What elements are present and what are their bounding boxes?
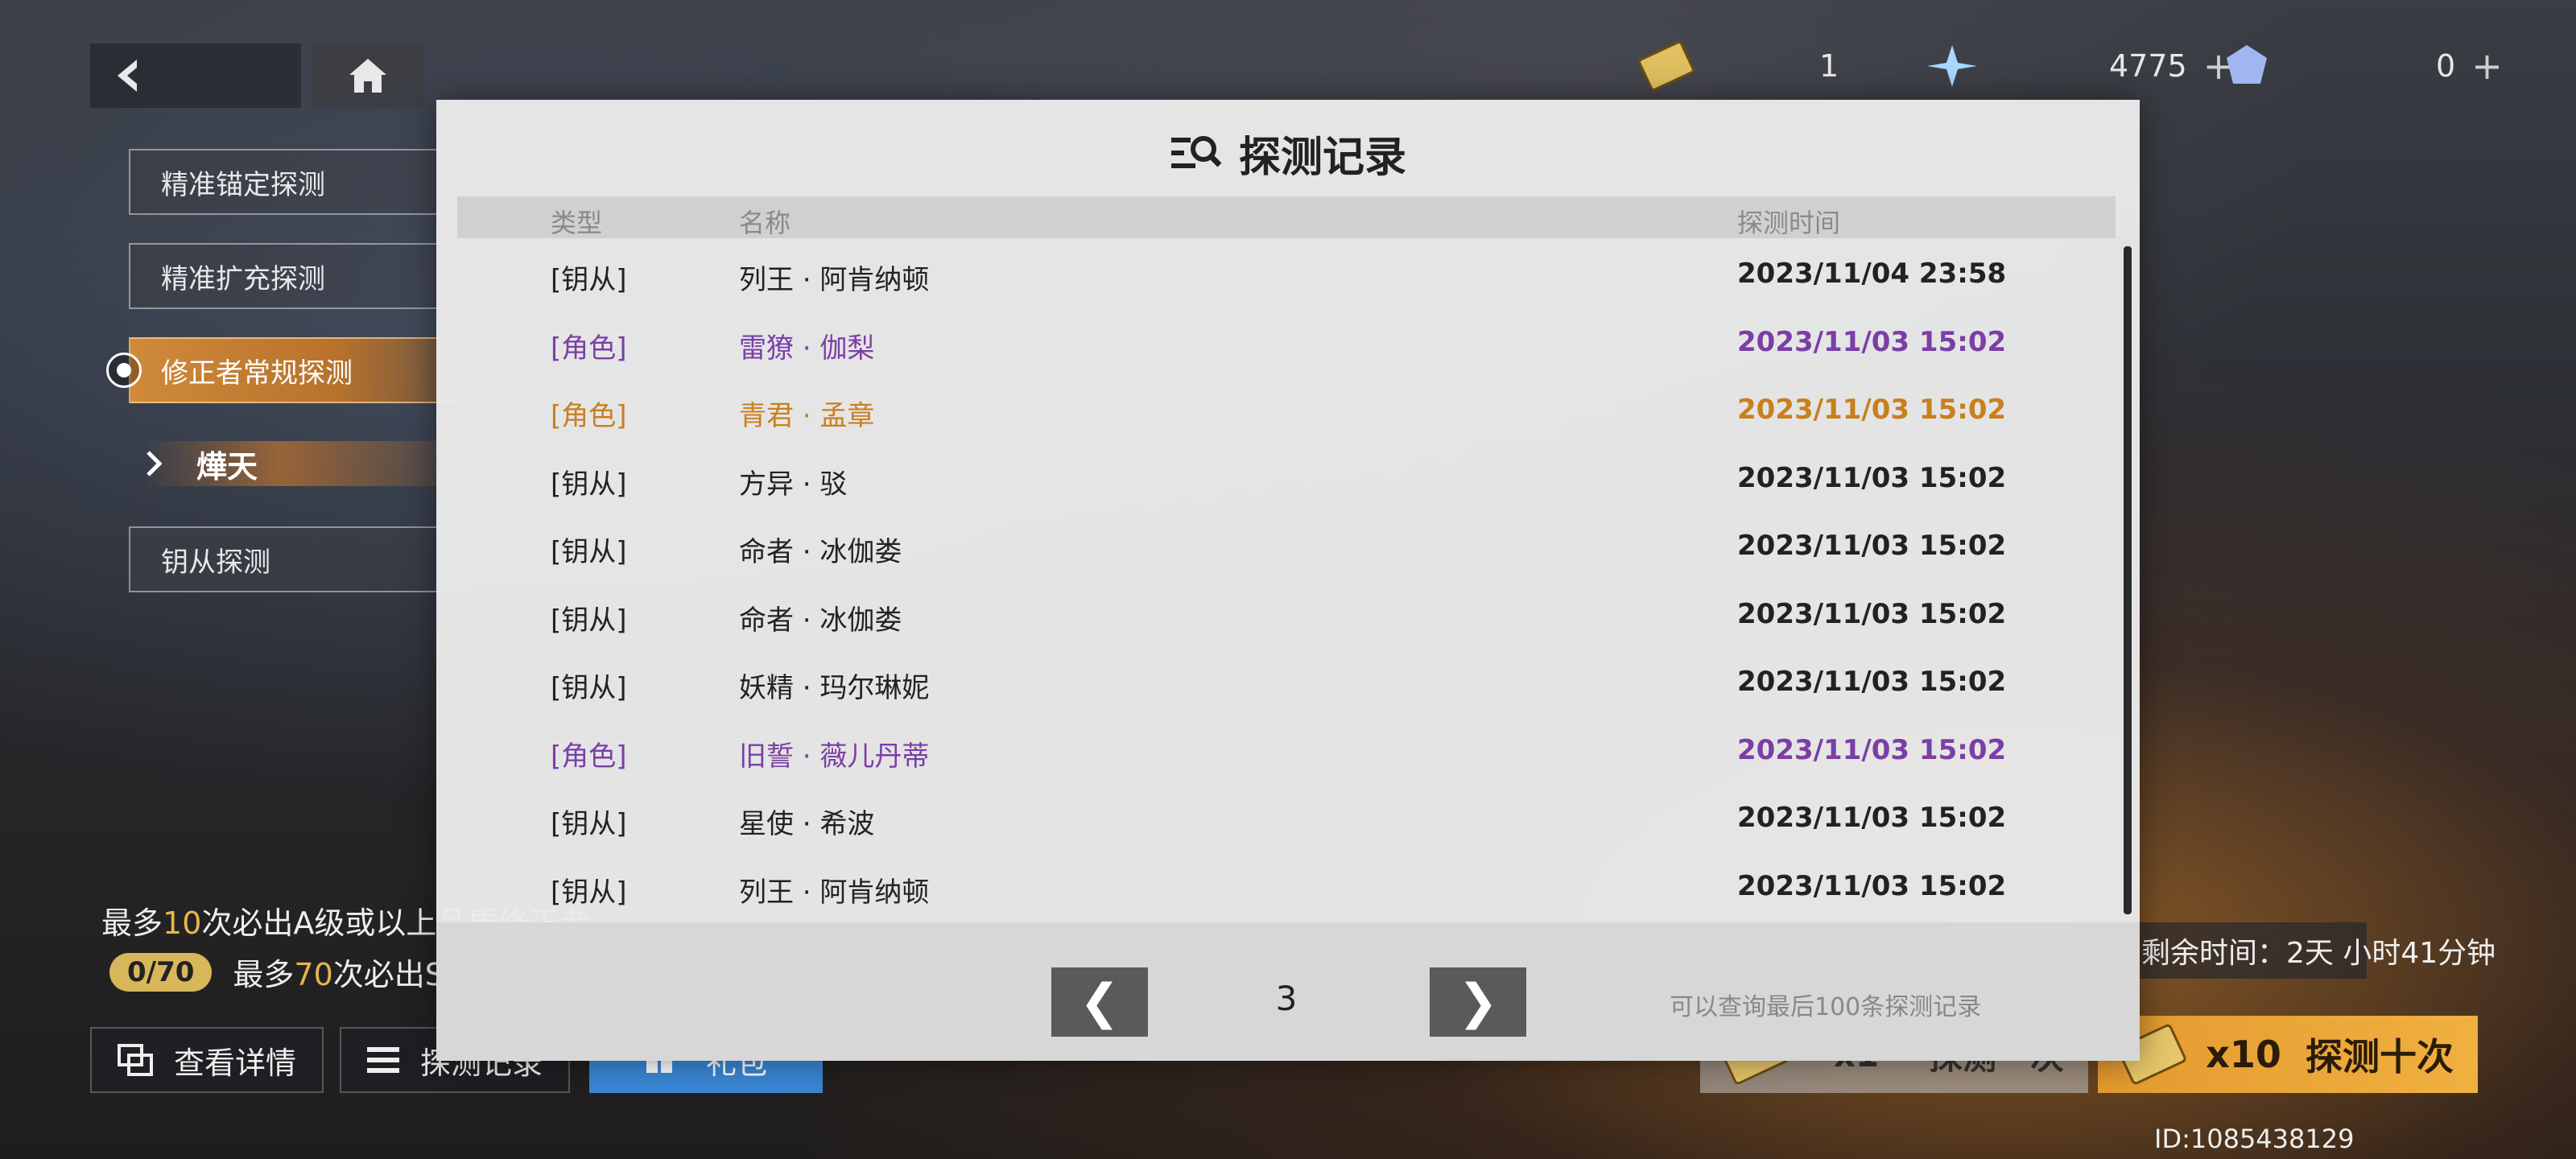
table-row: [钥从] 妖精 · 玛尔琳妮 2023/11/03 15:02: [551, 666, 2007, 704]
ticket-icon: [1637, 39, 1696, 93]
table-row: [钥从] 列王 · 阿肯纳顿 2023/11/03 15:02: [551, 869, 2007, 909]
back-arrow-icon: [118, 60, 137, 92]
menu-item-precise-expand[interactable]: 精准扩充探测: [129, 243, 475, 309]
menu-item-precise-anchor[interactable]: 精准锚定探测: [129, 149, 475, 215]
view-details-button[interactable]: 查看详情: [90, 1027, 324, 1093]
chevron-right-icon: [147, 451, 163, 476]
menu-item-label: 精准扩充探测: [161, 262, 325, 295]
menu-item-label: 钥从探测: [161, 546, 270, 579]
gem-resource: 0 +: [2219, 42, 2503, 90]
probe-records-dialog: 探测记录 类型 名称 探测时间 [钥从] 列王 · 阿肯纳顿 2023/11/04 …: [436, 100, 2140, 1061]
pagination-bar: ❮ 3 ❯ 可以查询最后100条探测记录: [436, 922, 2140, 1061]
details-icon: [118, 1044, 153, 1076]
menu-item-regular-probe[interactable]: 修正者常规探测: [129, 337, 475, 403]
gem-icon: [2227, 45, 2267, 84]
sub-item-label: 燁天: [196, 448, 258, 485]
add-gem-button[interactable]: +: [2471, 44, 2503, 88]
crystal-icon: [1927, 45, 1977, 87]
probe-ten-label: 探测十次: [2306, 1035, 2454, 1079]
table-row: [角色] 雷獠 · 伽梨 2023/11/03 15:02: [551, 325, 2007, 365]
ticket-count: 1: [1819, 48, 1839, 84]
pity-progress-badge: 0/70: [109, 952, 213, 992]
prev-page-button[interactable]: ❮: [1051, 967, 1148, 1037]
gem-count: 0: [2436, 48, 2456, 84]
menu-item-key-probe[interactable]: 钥从探测: [129, 526, 475, 592]
ticket-resource: 1: [1637, 39, 1839, 93]
menu-item-label: 精准锚定探测: [161, 168, 325, 201]
page-number: 3: [1275, 979, 1298, 1018]
user-id: ID:1085438129: [2154, 1124, 2355, 1154]
home-icon: [349, 59, 386, 93]
table-row: [钥从] 星使 · 希波 2023/11/03 15:02: [551, 802, 2007, 840]
column-time: 探测时间: [1737, 208, 1841, 238]
record-search-icon: [1170, 136, 1222, 168]
scrollbar[interactable]: [2124, 246, 2132, 914]
table-row: [钥从] 命者 · 冰伽娄 2023/11/03 15:02: [551, 530, 2007, 568]
next-page-button[interactable]: ❯: [1430, 967, 1526, 1037]
crystal-resource: 4775 +: [1924, 42, 2234, 90]
list-icon: [367, 1047, 399, 1073]
table-header: 类型 名称 探测时间: [457, 196, 2116, 238]
records-table[interactable]: [钥从] 列王 · 阿肯纳顿 2023/11/04 23:58 [角色] 雷獠 · 伽…: [457, 241, 2116, 922]
probe-ten-cost: x10: [2206, 1033, 2281, 1076]
table-row: [钥从] 列王 · 阿肯纳顿 2023/11/04 23:58: [551, 258, 2007, 296]
table-row: [角色] 旧誓 · 薇儿丹蒂 2023/11/03 15:02: [551, 733, 2007, 773]
records-limit-note: 可以查询最后100条探测记录: [1670, 993, 1982, 1021]
active-indicator-icon: [106, 353, 142, 388]
column-type: 类型: [551, 208, 603, 238]
dialog-title: 探测记录: [436, 121, 2140, 185]
probe-ten-button[interactable]: x10 探测十次: [2098, 1016, 2478, 1093]
table-row: [角色] 青君 · 孟章 2023/11/03 15:02: [551, 394, 2007, 432]
menu-item-label: 修正者常规探测: [161, 357, 353, 390]
table-row: [钥从] 方异 · 驳 2023/11/03 15:02: [551, 461, 2007, 501]
back-button[interactable]: [90, 43, 301, 108]
crystal-count: 4775: [2109, 48, 2187, 84]
column-name: 名称: [739, 208, 791, 238]
sub-item-banner[interactable]: 燁天: [145, 441, 483, 486]
table-row: [钥从] 命者 · 冰伽娄 2023/11/03 15:02: [551, 597, 2007, 637]
home-button[interactable]: [312, 43, 423, 108]
